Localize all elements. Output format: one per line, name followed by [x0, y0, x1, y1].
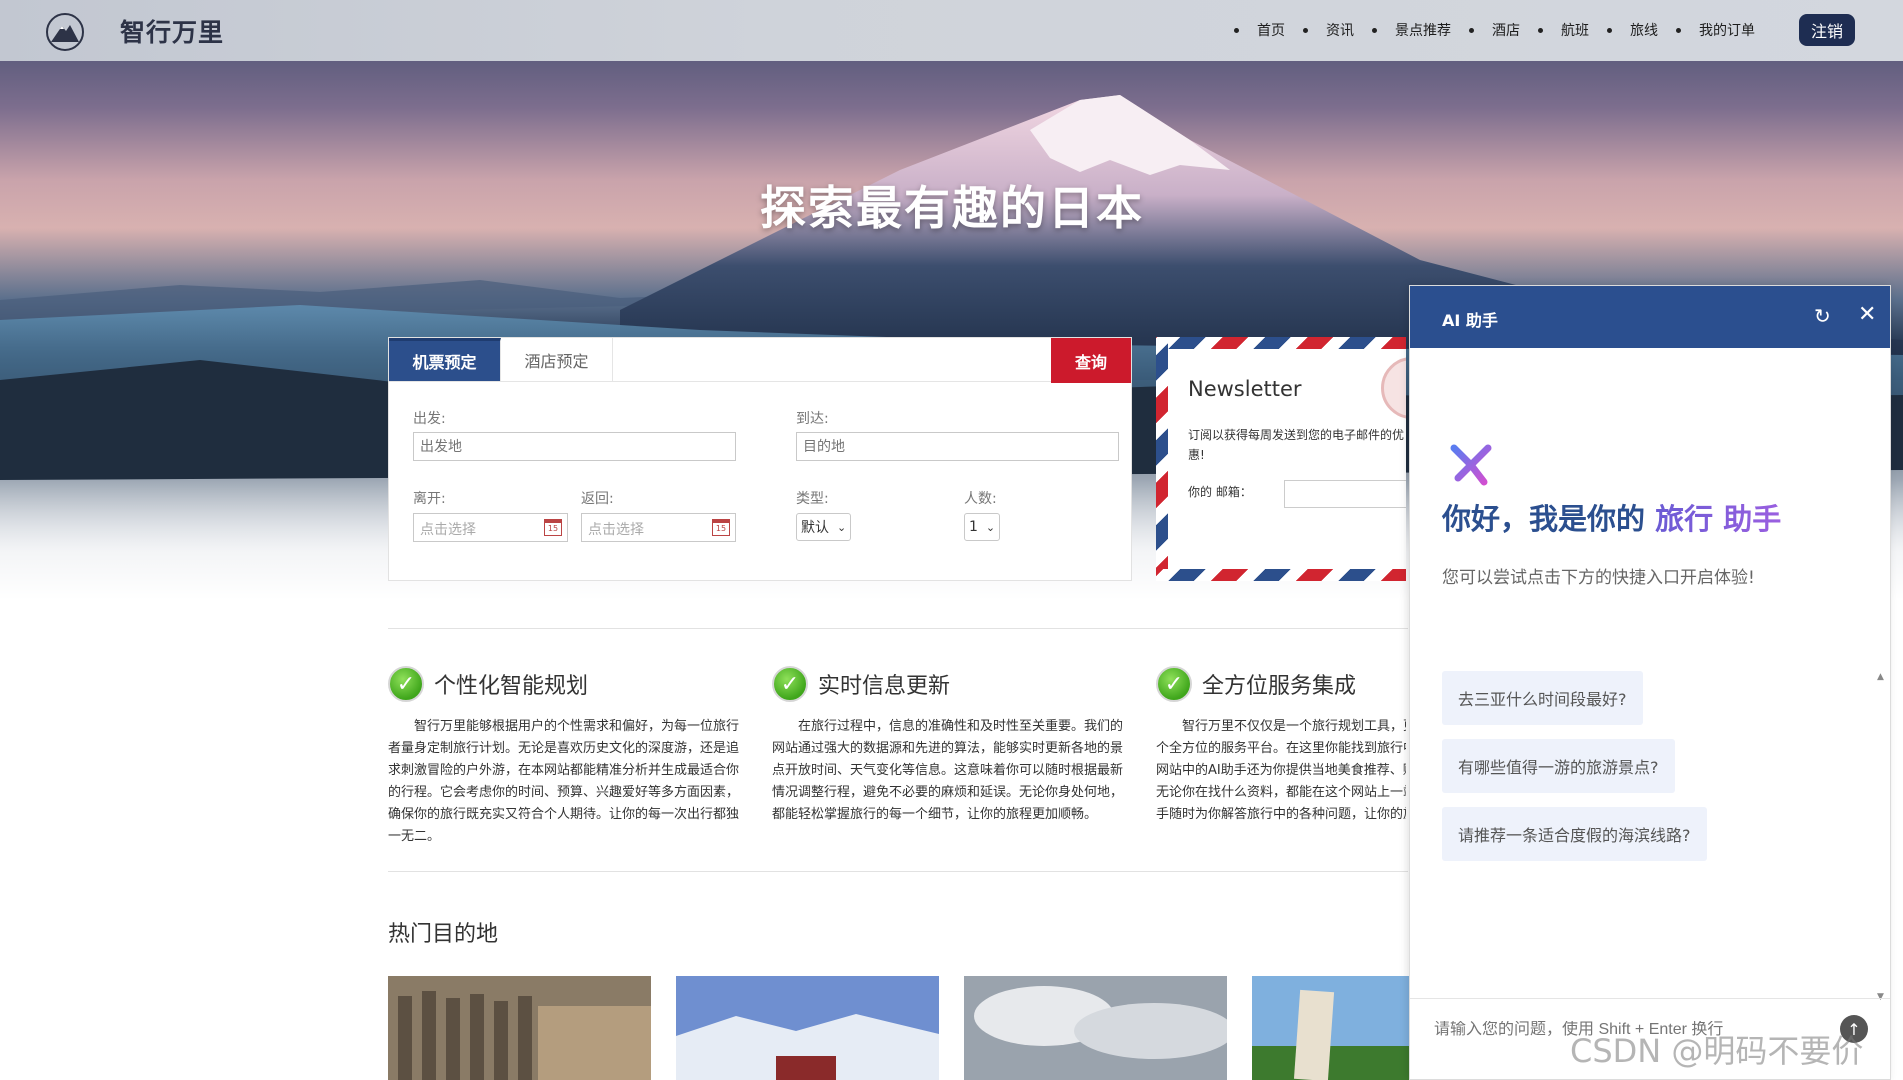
booking-panel: 机票预定 酒店预定 查询 出发: 到达: 离开: 点击选择 15 返回: 点击选…: [388, 337, 1132, 581]
ai-assistant-panel: AI 助手 ↻ ✕ 你好，我是你的 旅行 助手 您可以尝试点击下方的快捷入口开启…: [1409, 285, 1891, 1080]
destination-card-clouds[interactable]: [964, 976, 1227, 1080]
nav-item-hotels[interactable]: 酒店: [1469, 20, 1520, 40]
return-date-placeholder: 点击选择: [588, 522, 644, 538]
feature-text: 在旅行过程中，信息的准确性和及时性至关重要。我们的网站通过强大的数据源和先进的算…: [772, 719, 1124, 822]
ai-panel-title: AI 助手: [1442, 311, 1498, 330]
mountain-logo-icon[interactable]: [45, 12, 85, 52]
close-icon[interactable]: ✕: [1858, 302, 1876, 327]
top-header: 智行万里 首页 资讯 景点推荐 酒店 航班 旅线 我的订单 注销: [0, 0, 1903, 61]
brand-name[interactable]: 智行万里: [120, 13, 224, 49]
ai-greeting-part-2: 旅行 助手: [1655, 502, 1782, 536]
ai-greeting-part-1: 你好，我是你的: [1442, 502, 1656, 536]
calendar-icon[interactable]: 15: [544, 519, 562, 536]
people-select-value: 1: [969, 519, 978, 535]
type-select-value: 默认: [801, 520, 829, 536]
ai-subtitle: 您可以尝试点击下方的快捷入口开启体验!: [1442, 568, 1755, 588]
ai-panel-header: AI 助手 ↻ ✕: [1410, 286, 1890, 348]
destination-card-terracotta[interactable]: [388, 976, 651, 1080]
airmail-border-top: [1156, 337, 1406, 349]
chevron-down-icon: ⌄: [837, 520, 847, 534]
booking-tabs: 机票预定 酒店预定: [389, 338, 613, 381]
destination-card-pisa[interactable]: [1252, 976, 1409, 1080]
ai-suggestion-3[interactable]: 请推荐一条适合度假的海滨线路?: [1442, 807, 1707, 861]
ai-greeting: 你好，我是你的 旅行 助手: [1442, 496, 1781, 538]
main-nav: 首页 资讯 景点推荐 酒店 航班 旅线 我的订单: [1216, 20, 1755, 40]
newsletter-card: Newsletter 订阅以获得每周发送到您的电子邮件的优惠! 你的 邮箱：: [1156, 337, 1406, 581]
to-input[interactable]: [796, 432, 1119, 461]
check-circle-icon: ✓: [772, 666, 808, 702]
feature-title: 个性化智能规划: [434, 674, 589, 699]
tab-flight-booking[interactable]: 机票预定: [389, 338, 501, 381]
airmail-border-bottom: [1156, 569, 1406, 581]
nav-item-home[interactable]: 首页: [1234, 20, 1285, 40]
calendar-icon[interactable]: 15: [712, 519, 730, 536]
feature-title: 全方位服务集成: [1202, 674, 1357, 699]
feature-text: 智行万里不仅仅是一个旅行规划工具，更加持，它更是一个全方位的服务平台。在这里你能…: [1156, 719, 1406, 822]
postmark-stamp-icon: [1381, 357, 1406, 419]
ai-suggestion-1[interactable]: 去三亚什么时间段最好?: [1442, 671, 1643, 725]
feature-title: 实时信息更新: [818, 674, 951, 699]
feature-text: 智行万里能够根据用户的个性需求和偏好，为每一位旅行者量身定制旅行计划。无论是喜欢…: [388, 719, 740, 844]
refresh-icon[interactable]: ↻: [1814, 304, 1831, 328]
tab-hotel-booking[interactable]: 酒店预定: [501, 338, 613, 381]
tabs-divider: [389, 381, 1131, 382]
section-divider: [388, 871, 1408, 872]
return-date-input[interactable]: 点击选择 15: [581, 513, 736, 542]
ai-suggestion-2[interactable]: 有哪些值得一游的旅游景点?: [1442, 739, 1675, 793]
ai-sparkle-logo-icon: [1450, 444, 1492, 486]
people-select[interactable]: 1 ⌄: [964, 513, 1001, 541]
return-label: 返回:: [581, 491, 614, 507]
popular-destinations-title: 热门目的地: [388, 922, 499, 947]
newsletter-email-label: 你的 邮箱：: [1188, 485, 1252, 499]
scroll-down-icon[interactable]: ▼: [1877, 992, 1884, 1002]
nav-item-flights[interactable]: 航班: [1538, 20, 1589, 40]
feature-realtime-updates: ✓ 实时信息更新 在旅行过程中，信息的准确性和及时性至关重要。我们的网站通过强大…: [772, 664, 1132, 826]
check-circle-icon: ✓: [1156, 666, 1192, 702]
from-input[interactable]: [413, 432, 736, 461]
type-select[interactable]: 默认 ⌄: [796, 513, 852, 541]
logout-button[interactable]: 注销: [1799, 14, 1855, 46]
section-divider: [388, 628, 1408, 629]
feature-personalized-planning: ✓ 个性化智能规划 智行万里能够根据用户的个性需求和偏好，为每一位旅行者量身定制…: [388, 664, 748, 848]
ai-input-divider: [1410, 998, 1890, 999]
to-label: 到达:: [796, 411, 829, 427]
nav-item-news[interactable]: 资讯: [1303, 20, 1354, 40]
people-label: 人数:: [964, 491, 997, 507]
watermark: CSDN @明码不要价: [1570, 1032, 1864, 1070]
nav-item-my-orders[interactable]: 我的订单: [1676, 20, 1755, 40]
newsletter-email-input[interactable]: [1284, 480, 1406, 508]
ai-scrollbar[interactable]: ▲ ▼: [1877, 672, 1887, 1002]
hero-title: 探索最有趣的日本: [760, 181, 1144, 235]
newsletter-description: 订阅以获得每周发送到您的电子邮件的优惠!: [1188, 428, 1405, 462]
nav-item-attractions[interactable]: 景点推荐: [1372, 20, 1451, 40]
depart-label: 离开:: [413, 491, 446, 507]
airmail-border-left: [1156, 337, 1168, 581]
scroll-up-icon[interactable]: ▲: [1877, 672, 1884, 682]
feature-service-integration: ✓ 全方位服务集成 智行万里不仅仅是一个旅行规划工具，更加持，它更是一个全方位的…: [1156, 664, 1406, 826]
newsletter-title: Newsletter: [1188, 377, 1302, 401]
chevron-down-icon: ⌄: [985, 520, 996, 534]
check-circle-icon: ✓: [388, 666, 424, 702]
destination-card-tibet[interactable]: [676, 976, 939, 1080]
depart-date-placeholder: 点击选择: [420, 522, 476, 538]
query-button[interactable]: 查询: [1051, 338, 1131, 383]
type-label: 类型:: [796, 491, 829, 507]
nav-item-routes[interactable]: 旅线: [1607, 20, 1658, 40]
depart-date-input[interactable]: 点击选择 15: [413, 513, 568, 542]
from-label: 出发:: [413, 411, 446, 427]
